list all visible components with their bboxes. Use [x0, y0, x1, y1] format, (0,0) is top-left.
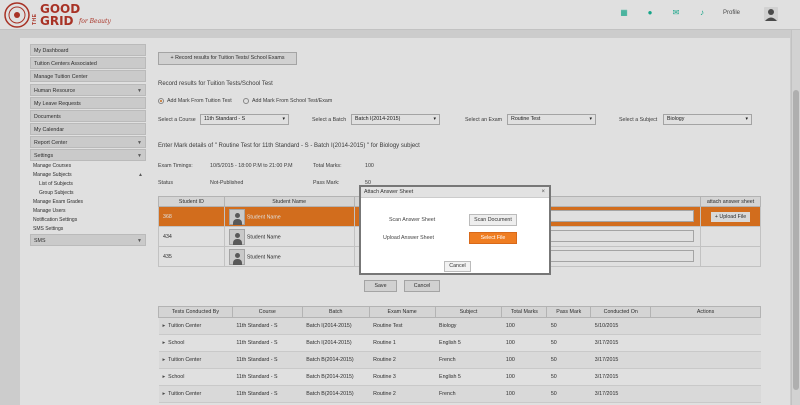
scan-label: Scan Answer Sheet	[389, 217, 436, 223]
attach-answer-sheet-modal: Attach Answer Sheet × Scan Answer Sheet …	[359, 185, 551, 275]
upload-label: Upload Answer Sheet	[383, 235, 434, 241]
select-file-button[interactable]: Select File	[469, 232, 517, 244]
modal-title: Attach Answer Sheet	[364, 189, 414, 195]
modal-title-bar: Attach Answer Sheet ×	[361, 187, 549, 198]
scan-document-button[interactable]: Scan Document	[469, 214, 517, 226]
close-icon[interactable]: ×	[541, 187, 545, 198]
modal-cancel-button[interactable]: Cancel	[444, 261, 471, 272]
